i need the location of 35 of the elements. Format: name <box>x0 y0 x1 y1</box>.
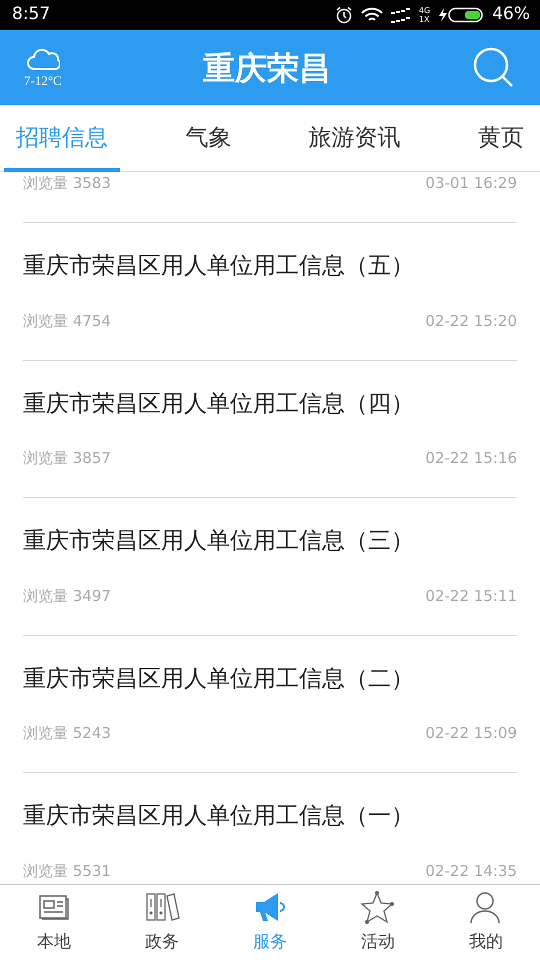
status-time: 8:57 <box>12 3 50 26</box>
article-title[interactable]: 重庆市荣昌区用人单位用工信息（三） <box>23 528 414 554</box>
article-title[interactable]: 重庆市荣昌区用人单位用工信息（四） <box>23 390 414 416</box>
nav-tab[interactable]: 本地 <box>0 888 108 956</box>
article-title[interactable]: 重庆市荣昌区用人单位用工信息（五） <box>23 253 414 279</box>
view-count: 浏览量 3583 <box>23 173 111 194</box>
network-label: 4G <box>418 6 430 15</box>
battery-percentage: 46% <box>492 3 530 26</box>
temperature: 7-12°C <box>24 72 62 90</box>
publish-time: 02-22 15:20 <box>425 310 517 332</box>
wifi-icon <box>360 7 383 23</box>
publish-time: 02-22 14:35 <box>425 860 517 882</box>
article-title[interactable]: 重庆市荣昌区用人单位用工信息（二） <box>23 666 414 692</box>
charging-battery-icon <box>438 7 484 23</box>
publish-time: 02-22 15:11 <box>425 586 517 606</box>
tab[interactable]: 黄页 <box>466 105 536 172</box>
nav-tab[interactable]: 活动 <box>324 888 432 956</box>
tab[interactable]: 气象 <box>173 105 244 172</box>
nav-tab[interactable]: 我的 <box>432 888 540 956</box>
tab[interactable]: 旅游资讯 <box>296 105 413 172</box>
app-title: 重庆荣昌 <box>202 48 331 88</box>
publish-time: 03-01 16:29 <box>425 173 517 194</box>
article-title[interactable]: 重庆市荣昌区用人单位用工信息（一） <box>23 803 414 829</box>
star-nodes-icon <box>360 890 396 926</box>
view-count: 浏览量 5243 <box>23 723 111 744</box>
view-count: 浏览量 3857 <box>23 448 111 469</box>
alarm-icon <box>334 6 353 24</box>
publish-time: 02-22 15:16 <box>425 448 517 469</box>
signal-icon <box>390 6 411 24</box>
view-count: 浏览量 5531 <box>23 860 111 882</box>
view-count: 浏览量 4754 <box>23 310 111 332</box>
nav-tab[interactable]: 政务 <box>108 888 216 956</box>
network-label: 1X <box>418 15 430 24</box>
publish-time: 02-22 15:09 <box>425 723 517 744</box>
view-count: 浏览量 3497 <box>23 586 111 606</box>
